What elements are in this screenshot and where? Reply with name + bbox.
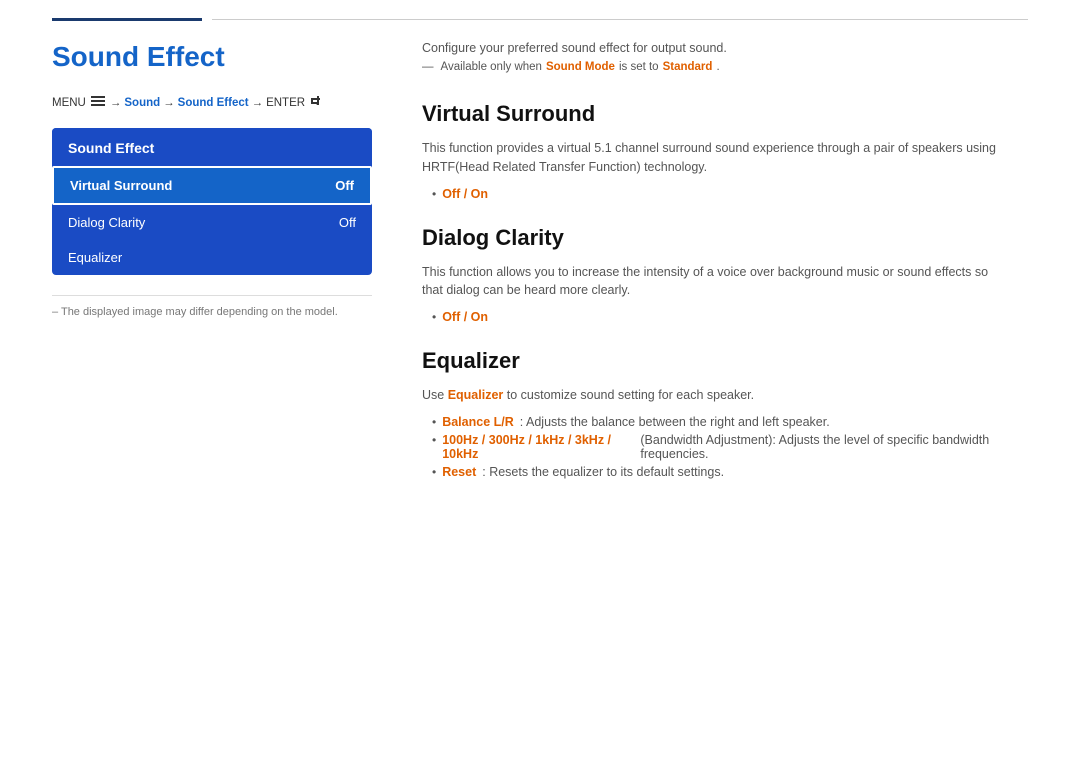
enter-icon <box>310 95 324 110</box>
arrow1: → <box>110 97 122 109</box>
arrow2: → <box>163 97 175 109</box>
dialog-clarity-title: Dialog Clarity <box>422 225 1028 251</box>
breadcrumb: MENU → Sound → Sound Effect → ENTER <box>52 95 372 110</box>
dialog-clarity-value: Off <box>339 215 356 230</box>
breadcrumb-enter: ENTER <box>266 97 305 109</box>
virtual-surround-bullet-1: Off / On <box>432 187 1028 201</box>
intro-text: Configure your preferred sound effect fo… <box>422 41 1028 55</box>
menu-label: MENU <box>52 97 86 109</box>
standard-bold: Standard <box>663 61 713 73</box>
top-bar-right-line <box>212 19 1028 20</box>
left-divider <box>52 295 372 296</box>
available-prefix: Available only when <box>441 61 542 73</box>
right-panel: Configure your preferred sound effect fo… <box>402 21 1028 503</box>
balance-label: Balance L/R <box>442 415 514 429</box>
menu-item-equalizer[interactable]: Equalizer <box>52 240 372 275</box>
section-virtual-surround: Virtual Surround This function provides … <box>422 101 1028 201</box>
freq-desc: (Bandwidth Adjustment): Adjusts the leve… <box>640 433 1028 461</box>
available-mid: is set to <box>619 61 659 73</box>
dialog-clarity-bullet-1: Off / On <box>432 310 1028 324</box>
top-bar <box>0 0 1080 21</box>
sound-mode-bold: Sound Mode <box>546 61 615 73</box>
equalizer-desc: Use Equalizer to customize sound setting… <box>422 386 1002 405</box>
dialog-clarity-desc: This function allows you to increase the… <box>422 263 1002 301</box>
menu-box: Sound Effect Virtual Surround Off Dialog… <box>52 128 372 275</box>
breadcrumb-sound-effect: Sound Effect <box>178 97 249 109</box>
dialog-clarity-label: Dialog Clarity <box>68 215 145 230</box>
main-content: Sound Effect MENU → Sound → Sound Effect… <box>0 21 1080 503</box>
menu-item-dialog-clarity[interactable]: Dialog Clarity Off <box>52 205 372 240</box>
equalizer-bullet-reset: Reset : Resets the equalizer to its defau… <box>432 465 1028 479</box>
page-title: Sound Effect <box>52 41 372 73</box>
virtual-surround-label: Virtual Surround <box>70 178 172 193</box>
section-equalizer: Equalizer Use Equalizer to customize sou… <box>422 348 1028 479</box>
virtual-surround-desc: This function provides a virtual 5.1 cha… <box>422 139 1002 177</box>
arrow3: → <box>252 97 264 109</box>
dialog-clarity-option: Off / On <box>442 310 488 324</box>
equalizer-desc-bold: Equalizer <box>448 388 504 402</box>
virtual-surround-title: Virtual Surround <box>422 101 1028 127</box>
balance-desc: : Adjusts the balance between the right … <box>520 415 830 429</box>
equalizer-bullet-freq: 100Hz / 300Hz / 1kHz / 3kHz / 10kHz (Ban… <box>432 433 1028 461</box>
left-panel: Sound Effect MENU → Sound → Sound Effect… <box>52 21 402 503</box>
equalizer-bullets: Balance L/R : Adjusts the balance between… <box>422 415 1028 479</box>
reset-label: Reset <box>442 465 476 479</box>
menu-item-virtual-surround[interactable]: Virtual Surround Off <box>52 166 372 205</box>
dialog-clarity-bullets: Off / On <box>422 310 1028 324</box>
menu-icon <box>91 96 105 110</box>
reset-desc: : Resets the equalizer to its default se… <box>482 465 724 479</box>
available-period: . <box>716 61 719 73</box>
freq-label: 100Hz / 300Hz / 1kHz / 3kHz / 10kHz <box>442 433 634 461</box>
virtual-surround-option: Off / On <box>442 187 488 201</box>
note-text: – The displayed image may differ dependi… <box>52 306 372 318</box>
virtual-surround-value: Off <box>335 178 354 193</box>
equalizer-bullet-balance: Balance L/R : Adjusts the balance between… <box>432 415 1028 429</box>
equalizer-label: Equalizer <box>68 250 122 265</box>
menu-box-title: Sound Effect <box>52 128 372 166</box>
virtual-surround-bullets: Off / On <box>422 187 1028 201</box>
available-note: Available only when Sound Mode is set to… <box>422 61 1028 73</box>
section-dialog-clarity: Dialog Clarity This function allows you … <box>422 225 1028 325</box>
breadcrumb-sound: Sound <box>124 97 160 109</box>
equalizer-section-title: Equalizer <box>422 348 1028 374</box>
